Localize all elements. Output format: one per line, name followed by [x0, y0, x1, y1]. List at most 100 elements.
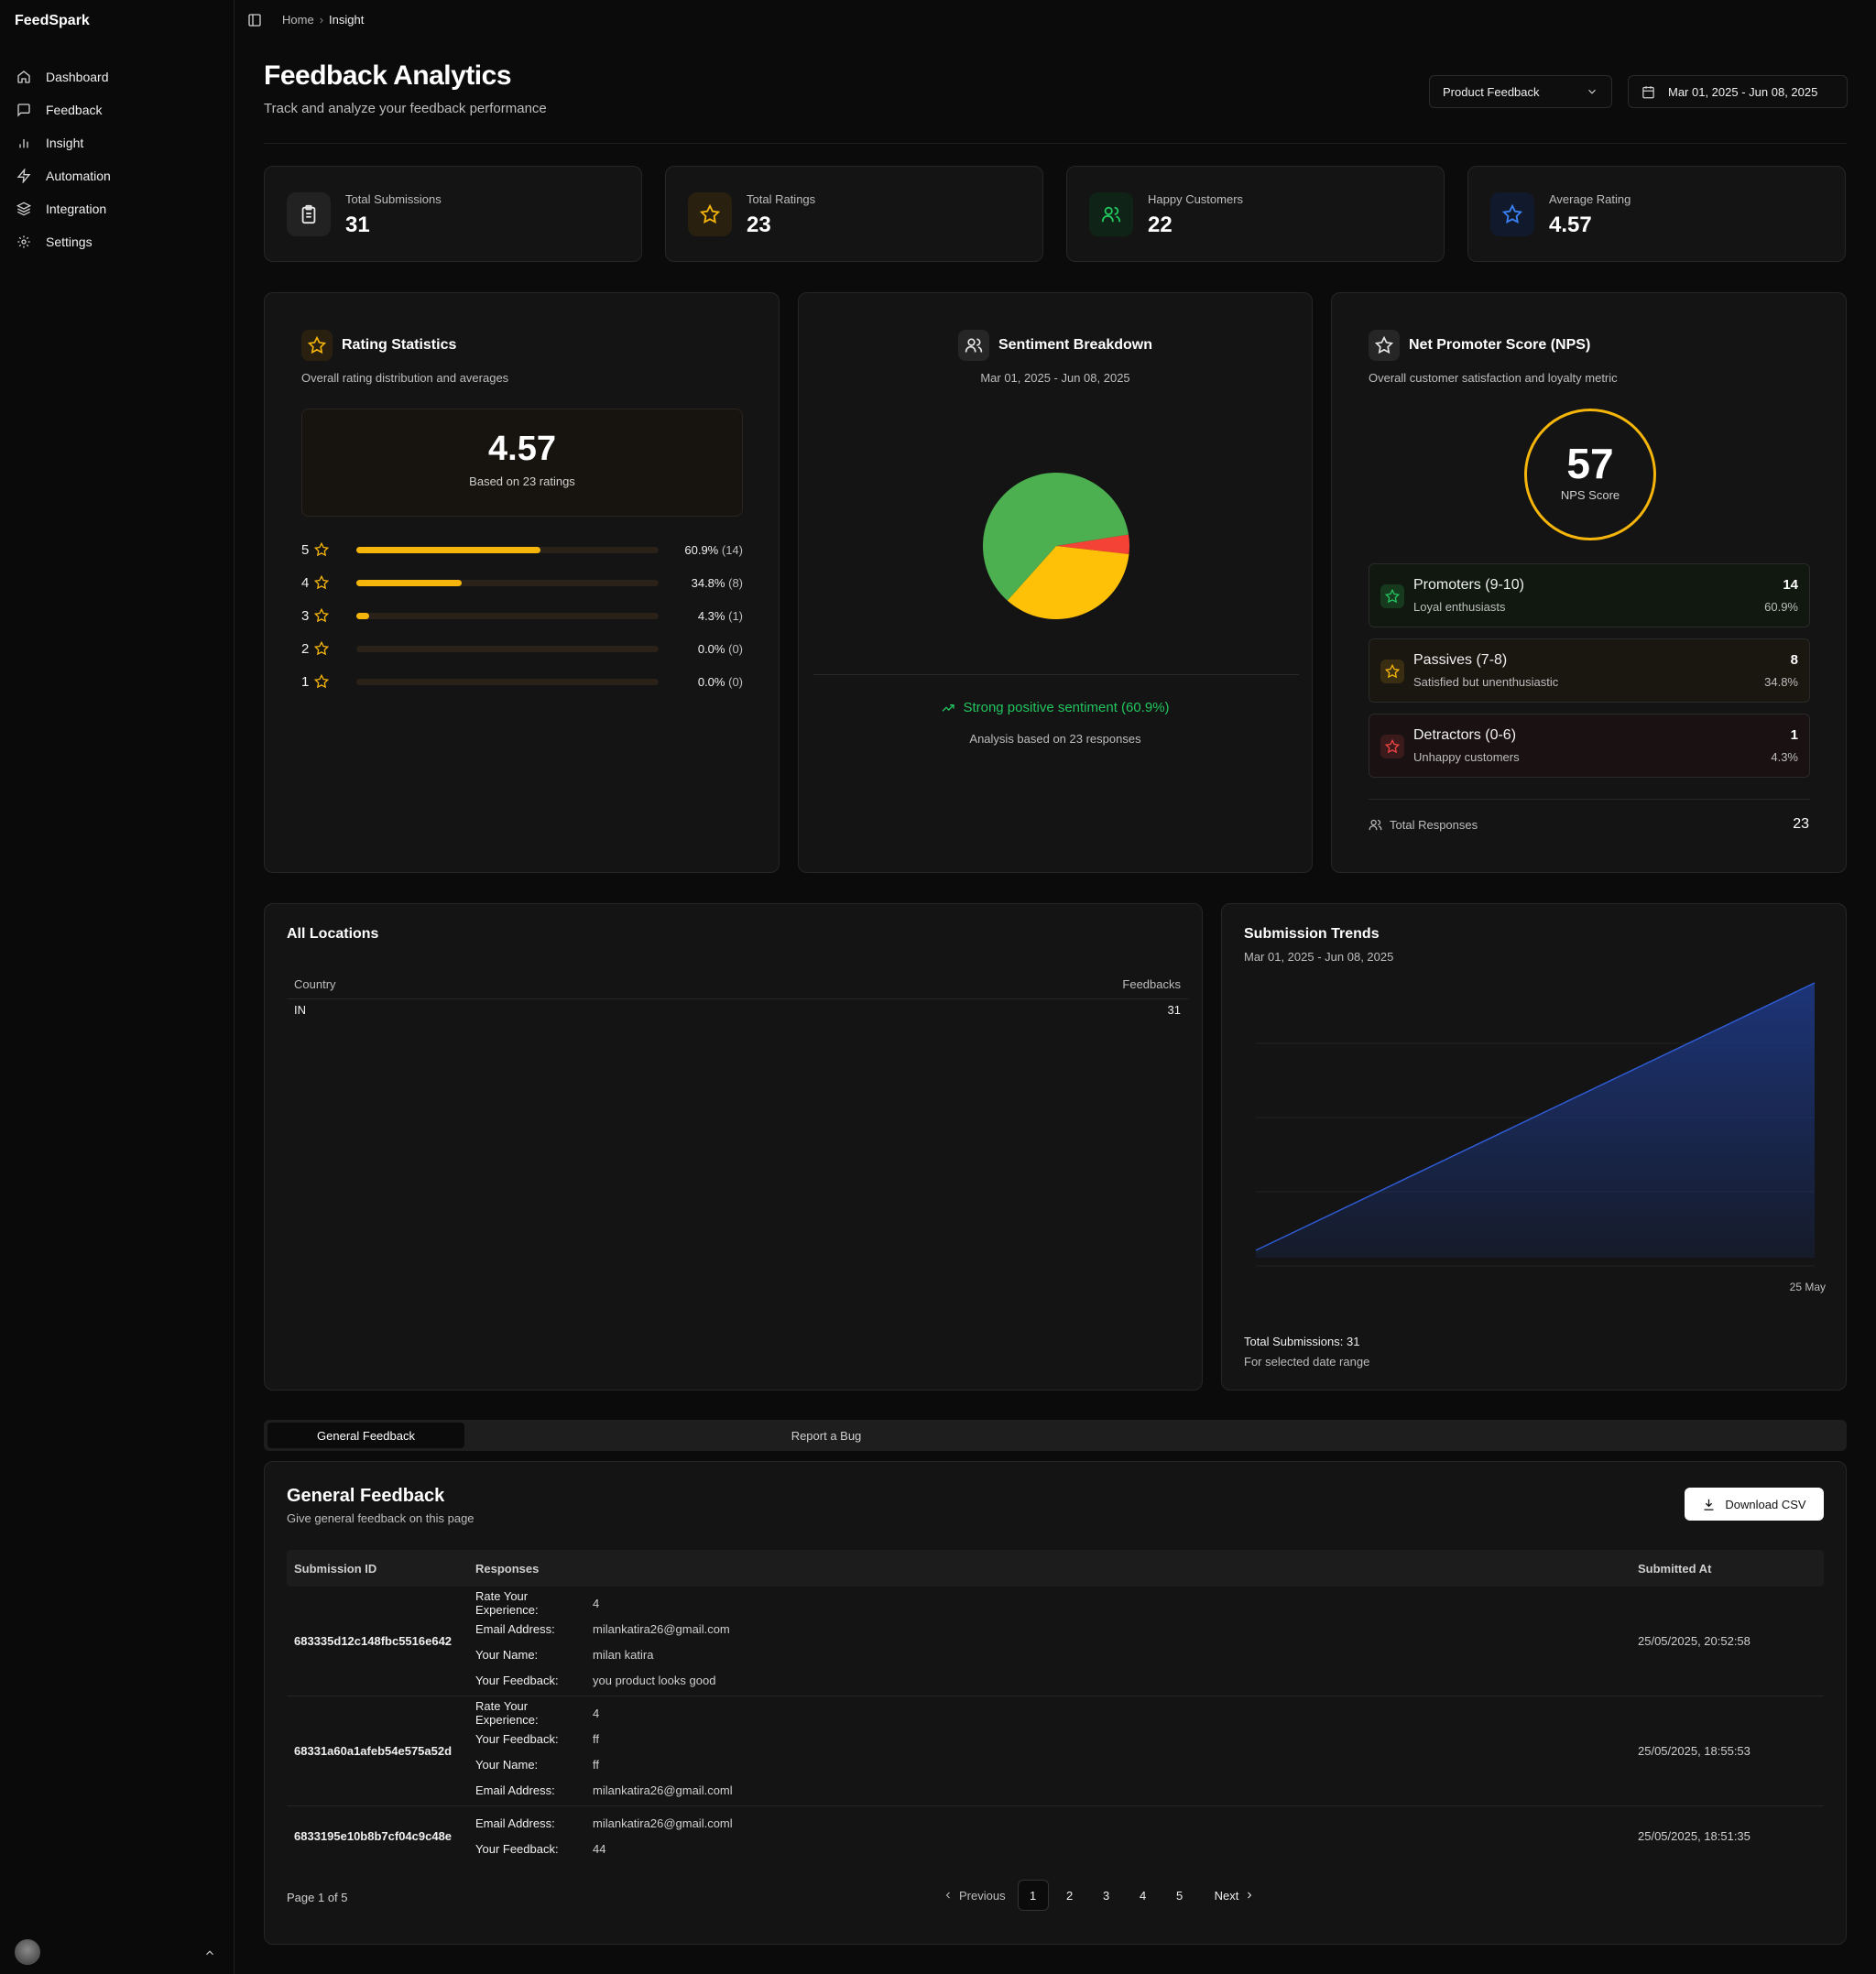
- sidebar-item-label: Integration: [46, 202, 107, 216]
- nps-segment-title: Detractors (0-6): [1413, 727, 1517, 743]
- response-line: Email Address: milankatira26@gmail.com: [475, 1616, 730, 1641]
- layers-icon: [16, 202, 31, 216]
- sidebar-toggle-icon[interactable]: [247, 13, 262, 27]
- responses-cell: Rate Your Experience: 4 Your Feedback: ff Yo…: [475, 1699, 733, 1803]
- locations-table-header: Country Feedbacks: [287, 968, 1188, 999]
- nps-score: 57: [1566, 440, 1614, 487]
- rating-row: 4 34.8% (8): [301, 573, 743, 592]
- rating-stars-number: 1: [301, 673, 310, 690]
- response-key: Rate Your Experience:: [475, 1699, 539, 1727]
- sentiment-breakdown-card: Sentiment Breakdown Mar 01, 2025 - Jun 0…: [798, 292, 1313, 873]
- chevron-down-icon: [1586, 85, 1598, 98]
- page-button[interactable]: 2: [1054, 1880, 1085, 1911]
- rating-bar-fill: [356, 612, 370, 619]
- sidebar-item-settings[interactable]: Settings: [9, 225, 225, 258]
- rating-count: (14): [721, 542, 743, 557]
- rating-percent: 0.0% (0): [698, 642, 743, 656]
- previous-page-button[interactable]: Previous: [933, 1889, 1015, 1903]
- response-value: ff: [593, 1731, 599, 1746]
- star-icon: [314, 641, 329, 656]
- star-icon: [314, 608, 329, 623]
- rating-percent: 34.8% (8): [692, 576, 743, 590]
- sentiment-summary-text: Strong positive sentiment (60.9%): [963, 700, 1170, 715]
- chevron-up-icon[interactable]: [203, 1947, 216, 1959]
- table-row: 683335d12c148fbc5516e642 Rate Your Experi…: [287, 1587, 1824, 1696]
- star-icon: [688, 192, 732, 236]
- sentiment-summary: Strong positive sentiment (60.9%): [799, 700, 1312, 715]
- response-key: Your Name:: [475, 1647, 539, 1662]
- card-subtitle: Overall customer satisfaction and loyalt…: [1369, 371, 1618, 385]
- page-button[interactable]: 4: [1128, 1880, 1159, 1911]
- general-feedback-card: General Feedback Give general feedback o…: [264, 1461, 1847, 1945]
- tab-general-feedback[interactable]: General Feedback: [267, 1423, 464, 1448]
- clipboard-icon: [287, 192, 331, 236]
- feedback-tabs: General Feedback Report a Bug: [264, 1420, 1847, 1451]
- sidebar-item-automation[interactable]: Automation: [9, 159, 225, 192]
- page-button[interactable]: 3: [1091, 1880, 1122, 1911]
- submitted-at: 25/05/2025, 20:52:58: [1638, 1634, 1751, 1648]
- page-button[interactable]: 5: [1164, 1880, 1195, 1911]
- x-tick-label: 25 May: [1790, 1281, 1826, 1293]
- rating-row: 5 60.9% (14): [301, 540, 743, 559]
- card-title: All Locations: [287, 926, 379, 942]
- nps-promoters: Promoters (9-10) Loyal enthusiasts 14 60…: [1369, 563, 1810, 627]
- locations-card: All Locations Country Feedbacks IN 31: [264, 903, 1203, 1391]
- rating-percent: 0.0% (0): [698, 675, 743, 689]
- trends-note: For selected date range: [1244, 1355, 1370, 1369]
- date-range-picker[interactable]: Mar 01, 2025 - Jun 08, 2025: [1628, 75, 1848, 108]
- responses-cell: Email Address: milankatira26@gmail.coml Yo…: [475, 1810, 733, 1861]
- response-line: Your Feedback: ff: [475, 1726, 733, 1751]
- nps-segment-title: Passives (7-8): [1413, 652, 1508, 668]
- rating-bar-track: [356, 612, 659, 619]
- users-icon: [1089, 192, 1133, 236]
- breadcrumb-home[interactable]: Home: [282, 13, 314, 27]
- average-rating-value: 4.57: [488, 430, 556, 468]
- brand-name[interactable]: FeedSpark: [15, 13, 90, 29]
- sidebar-item-feedback[interactable]: Feedback: [9, 93, 225, 126]
- sidebar-item-label: Settings: [46, 234, 93, 249]
- submission-trends-card: Submission Trends Mar 01, 2025 - Jun 08,…: [1221, 903, 1847, 1391]
- response-line: Your Name: ff: [475, 1751, 733, 1777]
- tab-report-a-bug[interactable]: Report a Bug: [728, 1423, 924, 1448]
- response-line: Email Address: milankatira26@gmail.coml: [475, 1777, 733, 1803]
- star-icon: [314, 542, 329, 557]
- users-icon: [1369, 818, 1382, 832]
- response-value: milankatira26@gmail.coml: [593, 1816, 733, 1830]
- sidebar-item-insight[interactable]: Insight: [9, 126, 225, 159]
- nps-segment-count: 14: [1783, 577, 1798, 593]
- rating-stars-number: 5: [301, 541, 310, 558]
- star-icon: [314, 674, 329, 689]
- avatar[interactable]: [15, 1939, 40, 1965]
- sidebar-item-integration[interactable]: Integration: [9, 192, 225, 225]
- rating-stars-number: 2: [301, 640, 310, 657]
- submitted-at: 25/05/2025, 18:55:53: [1638, 1744, 1751, 1758]
- response-value: milan katira: [593, 1647, 654, 1662]
- breadcrumb: Home › Insight: [282, 13, 364, 27]
- sidebar-item-label: Feedback: [46, 103, 103, 117]
- next-page-button[interactable]: Next: [1205, 1889, 1265, 1903]
- nps-card: Net Promoter Score (NPS) Overall custome…: [1331, 292, 1847, 873]
- rating-stars-number: 4: [301, 574, 310, 591]
- stat-card-happy-customers: Happy Customers 22: [1066, 166, 1445, 262]
- star-icon: [1369, 330, 1400, 361]
- download-csv-button[interactable]: Download CSV: [1685, 1488, 1824, 1521]
- rating-statistics-card: Rating Statistics Overall rating distrib…: [264, 292, 780, 873]
- sidebar-item-label: Dashboard: [46, 70, 109, 84]
- divider: [813, 674, 1299, 675]
- form-select[interactable]: Product Feedback: [1429, 75, 1612, 108]
- page-button[interactable]: 1: [1017, 1880, 1049, 1911]
- nps-segment-count: 8: [1790, 652, 1798, 668]
- stat-card-total-submissions: Total Submissions 31: [264, 166, 642, 262]
- sidebar-item-dashboard[interactable]: Dashboard: [9, 60, 225, 93]
- response-value: milankatira26@gmail.com: [593, 1621, 730, 1636]
- response-value: milankatira26@gmail.coml: [593, 1783, 733, 1797]
- trends-date-range: Mar 01, 2025 - Jun 08, 2025: [1244, 950, 1394, 964]
- sentiment-analysis-note: Analysis based on 23 responses: [969, 732, 1141, 746]
- date-range-value: Mar 01, 2025 - Jun 08, 2025: [1668, 84, 1818, 99]
- rating-percent-value: 0.0%: [697, 641, 725, 656]
- rating-row: 3 4.3% (1): [301, 606, 743, 625]
- nps-score-ring: 57 NPS Score: [1524, 409, 1656, 540]
- rating-bar-track: [356, 678, 659, 685]
- nps-total-label: Total Responses: [1390, 818, 1478, 832]
- zap-icon: [16, 169, 31, 183]
